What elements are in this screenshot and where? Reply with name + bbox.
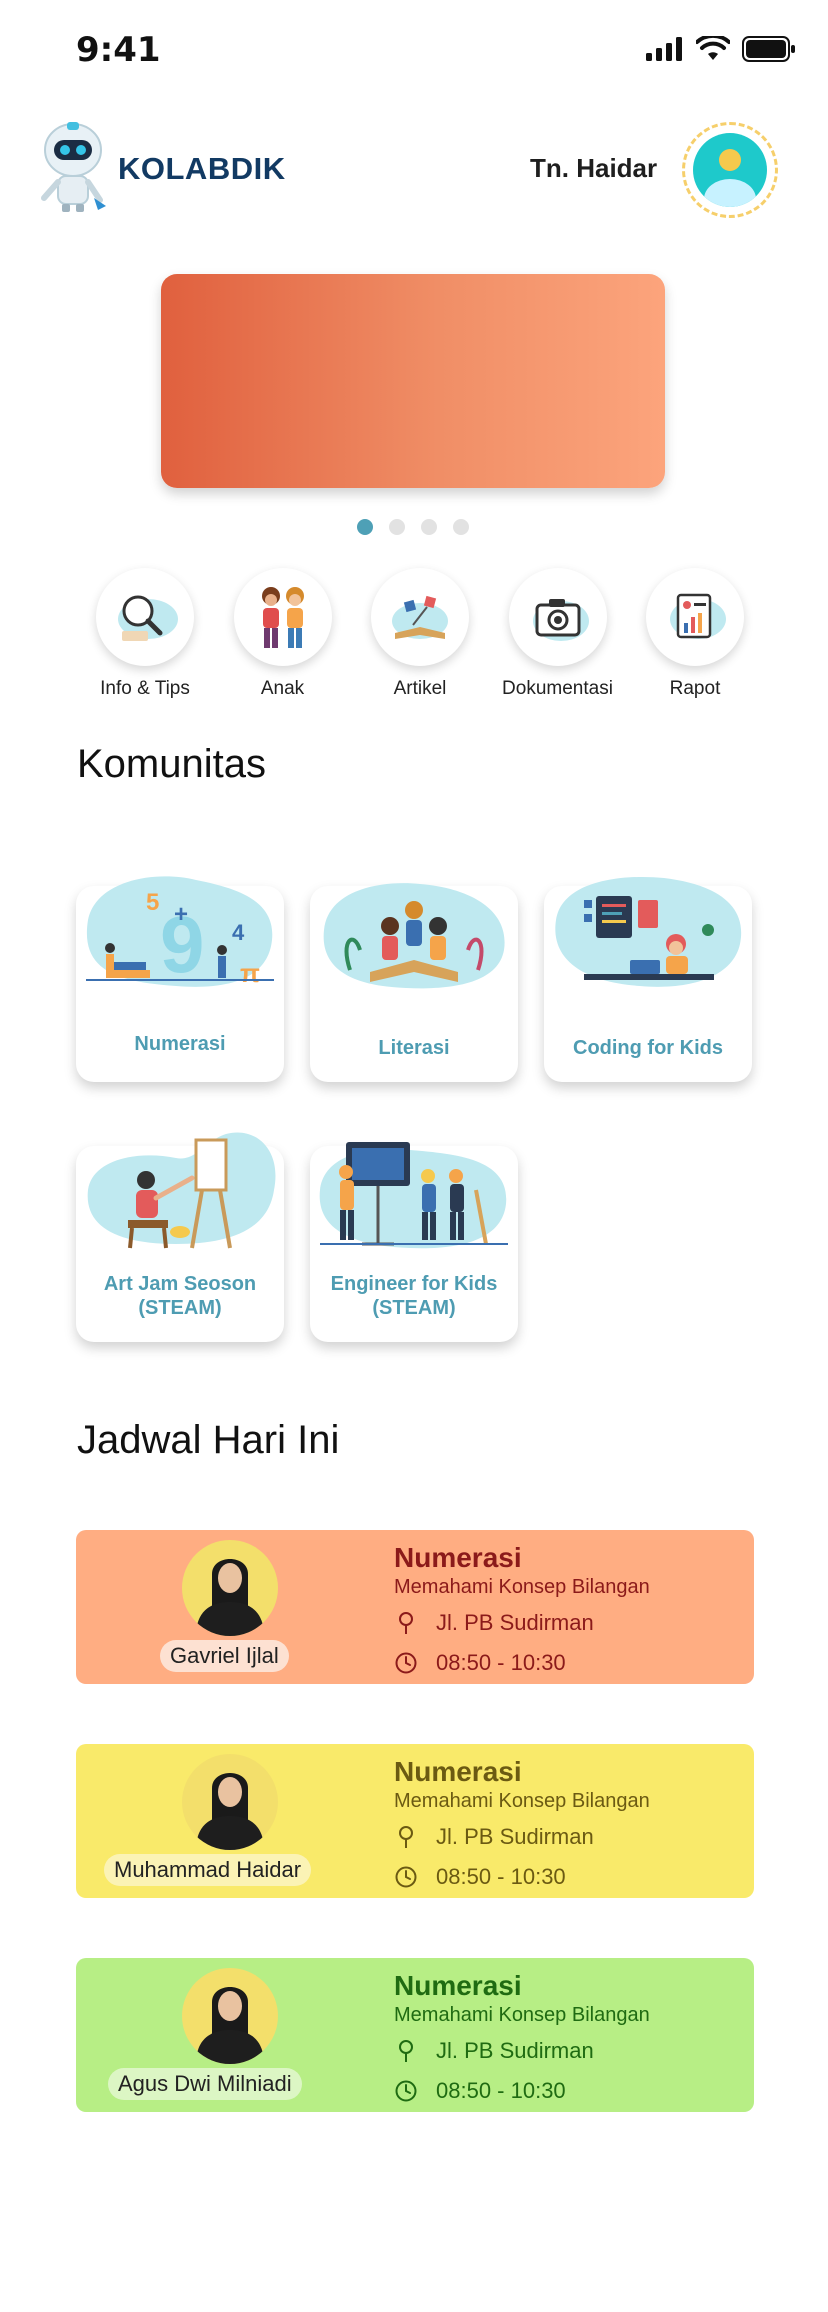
community-card-literasi[interactable]: Literasi <box>310 883 518 1082</box>
status-time: 9:41 <box>76 30 161 70</box>
svg-text:4: 4 <box>232 920 245 945</box>
clock-icon <box>395 1866 417 1888</box>
article-icon <box>392 595 448 639</box>
menu-label: Info & Tips <box>100 678 190 699</box>
location-pin-icon <box>399 1612 413 1634</box>
schedule-subject: Numerasi <box>394 1542 522 1573</box>
location-text: Jl. PB Sudirman <box>436 1824 594 1849</box>
community-card-coding[interactable]: Coding for Kids <box>544 876 752 1082</box>
teacher-avatar-icon <box>196 1559 264 1636</box>
avatar[interactable] <box>682 122 778 218</box>
section-title-komunitas: Komunitas <box>77 742 266 786</box>
svg-text:5: 5 <box>146 889 159 916</box>
teacher-avatar-icon <box>196 1987 264 2064</box>
location-pin-icon <box>399 1826 413 1848</box>
quick-menu: Info & Tips Anak Artikel Dokumentasi Rap… <box>80 568 760 700</box>
wifi-icon <box>696 36 730 60</box>
coding-illustration-icon <box>555 876 742 987</box>
menu-item-dokumentasi[interactable]: Dokumentasi <box>493 568 623 700</box>
community-card-numerasi[interactable]: 9 5 4 π + Numerasi <box>76 876 284 1082</box>
report-icon <box>670 593 726 639</box>
teacher-name: Gavriel Ijlal <box>160 1640 289 1672</box>
community-card-label: Literasi <box>378 1037 450 1059</box>
community-card-engineer[interactable]: Engineer for Kids (STEAM) <box>310 1142 518 1342</box>
community-card-label: Numerasi <box>134 1033 226 1055</box>
teacher-photo <box>182 1968 278 2064</box>
schedule-topic: Memahami Konsep Bilangan <box>394 1790 650 1812</box>
schedule-topic: Memahami Konsep Bilangan <box>394 1576 650 1598</box>
carousel-dot[interactable] <box>453 519 469 535</box>
svg-text:π: π <box>240 958 260 988</box>
kids-icon <box>261 587 304 648</box>
schedule-card[interactable]: Agus Dwi Milniadi Numerasi Memahami Kons… <box>76 1958 754 2112</box>
numeracy-illustration-icon: 9 5 4 π + <box>86 876 274 989</box>
info-tips-icon <box>118 595 178 641</box>
teacher-photo <box>182 1754 278 1850</box>
carousel-indicator <box>357 519 469 535</box>
battery-icon <box>742 36 795 62</box>
schedule-card[interactable]: Muhammad Haidar Numerasi Memahami Konsep… <box>76 1744 754 1898</box>
clock-icon <box>395 2080 417 2102</box>
community-card-art-jam[interactable]: Art Jam Seoson (STEAM) <box>76 1132 284 1342</box>
menu-item-rapot[interactable]: Rapot <box>630 568 760 700</box>
schedule-subject: Numerasi <box>394 1970 522 2001</box>
schedule-time: 08:50 - 10:30 <box>394 1650 566 1676</box>
teacher-name: Agus Dwi Milniadi <box>108 2068 302 2100</box>
time-text: 08:50 - 10:30 <box>436 2078 566 2103</box>
svg-text:+: + <box>174 901 188 928</box>
menu-label: Dokumentasi <box>502 678 613 699</box>
community-card-label: Art Jam Seoson (STEAM) <box>103 1273 257 1319</box>
menu-item-info-tips[interactable]: Info & Tips <box>80 568 210 700</box>
teacher-avatar-icon <box>196 1773 264 1850</box>
status-icons <box>646 36 796 62</box>
literacy-illustration-icon <box>323 883 505 989</box>
schedule-location: Jl. PB Sudirman <box>394 1824 594 1850</box>
schedule-time: 08:50 - 10:30 <box>394 1864 566 1890</box>
community-card-label: Engineer for Kids (STEAM) <box>330 1273 498 1319</box>
section-title-jadwal: Jadwal Hari Ini <box>77 1418 340 1462</box>
art-illustration-icon <box>87 1132 276 1249</box>
schedule-card[interactable]: Gavriel Ijlal Numerasi Memahami Konsep B… <box>76 1530 754 1684</box>
schedule-subject: Numerasi <box>394 1756 522 1787</box>
schedule-location: Jl. PB Sudirman <box>394 1610 594 1636</box>
menu-item-anak[interactable]: Anak <box>218 568 348 700</box>
menu-label: Rapot <box>669 678 721 699</box>
time-text: 08:50 - 10:30 <box>436 1864 566 1889</box>
robot-logo-icon <box>41 122 106 212</box>
teacher-photo <box>182 1540 278 1636</box>
carousel-dot[interactable] <box>389 519 405 535</box>
community-card-label: Coding for Kids <box>573 1037 723 1059</box>
location-text: Jl. PB Sudirman <box>436 2038 594 2063</box>
user-avatar-icon <box>704 149 756 207</box>
schedule-location: Jl. PB Sudirman <box>394 2038 594 2064</box>
location-pin-icon <box>399 2040 413 2062</box>
menu-label: Artikel <box>393 678 447 699</box>
menu-item-artikel[interactable]: Artikel <box>355 568 485 700</box>
schedule-time: 08:50 - 10:30 <box>394 2078 566 2104</box>
menu-label: Anak <box>260 678 305 699</box>
camera-icon <box>532 599 589 641</box>
user-name[interactable]: Tn. Haidar <box>530 153 657 184</box>
brand-name: KOLABDIK <box>118 151 286 186</box>
promo-banner[interactable] <box>161 274 665 488</box>
clock-icon <box>395 1652 417 1674</box>
schedule-topic: Memahami Konsep Bilangan <box>394 2004 650 2026</box>
carousel-dot[interactable] <box>421 519 437 535</box>
time-text: 08:50 - 10:30 <box>436 1650 566 1675</box>
carousel-dot-active[interactable] <box>357 519 373 535</box>
signal-icon <box>646 37 682 61</box>
engineer-illustration-icon <box>319 1142 508 1249</box>
teacher-name: Muhammad Haidar <box>104 1854 312 1886</box>
location-text: Jl. PB Sudirman <box>436 1610 594 1635</box>
